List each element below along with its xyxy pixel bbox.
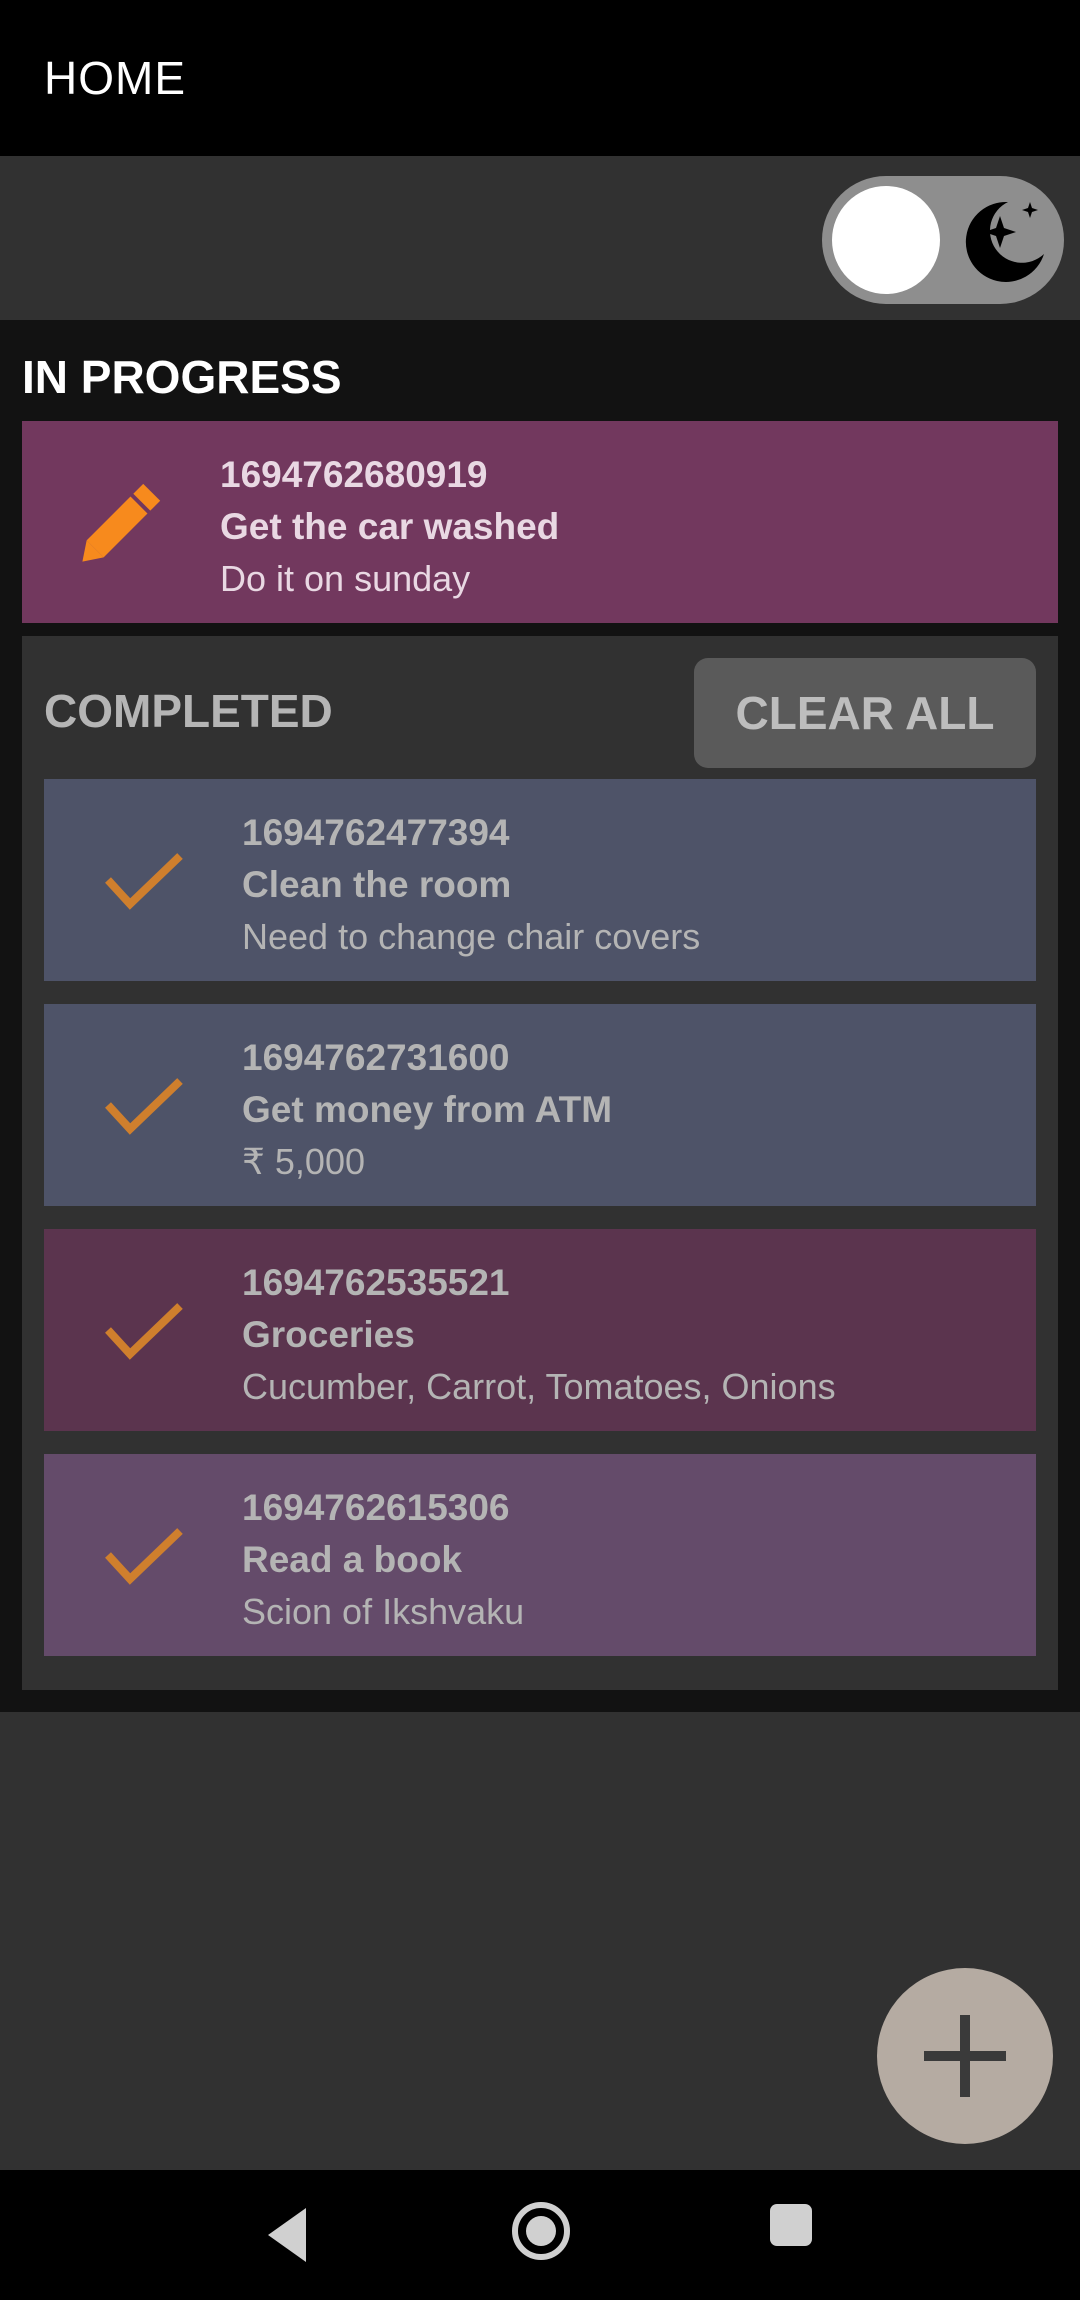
in-progress-heading: IN PROGRESS <box>22 351 342 403</box>
completed-task-card[interactable]: 1694762615306 Read a book Scion of Ikshv… <box>44 1454 1036 1656</box>
check-icon <box>44 779 244 981</box>
clear-all-button[interactable]: CLEAR ALL <box>694 658 1036 768</box>
recents-icon[interactable] <box>768 2202 814 2248</box>
task-title: Get money from ATM <box>242 1089 613 1130</box>
task-id: 1694762731600 <box>242 1037 510 1078</box>
completed-task-card[interactable]: 1694762731600 Get money from ATM ₹ 5,000 <box>44 1004 1036 1206</box>
in-progress-task-card[interactable]: 1694762680919 Get the car washed Do it o… <box>22 421 1058 623</box>
check-icon <box>44 1004 244 1206</box>
task-note: Cucumber, Carrot, Tomatoes, Onions <box>242 1366 836 1407</box>
add-task-button[interactable] <box>877 1968 1053 2144</box>
task-id: 1694762615306 <box>242 1487 510 1528</box>
check-icon <box>44 1454 244 1656</box>
app-bar: HOME <box>0 0 1080 156</box>
system-nav-bar <box>0 2170 1080 2300</box>
task-id: 1694762535521 <box>242 1262 510 1303</box>
task-title: Read a book <box>242 1539 462 1580</box>
back-icon[interactable] <box>262 2200 312 2270</box>
task-note: Need to change chair covers <box>242 916 701 957</box>
check-icon <box>44 1229 244 1431</box>
plus-icon <box>924 2015 1006 2097</box>
task-title: Clean the room <box>242 864 512 905</box>
completed-task-card[interactable]: 1694762535521 Groceries Cucumber, Carrot… <box>44 1229 1036 1431</box>
completed-heading: COMPLETED <box>44 685 333 737</box>
task-title: Get the car washed <box>220 506 560 547</box>
task-note: Do it on sunday <box>220 558 471 599</box>
toolbar <box>0 156 1080 320</box>
completed-panel: COMPLETED CLEAR ALL 1694762477394 Clean … <box>22 636 1058 1690</box>
theme-toggle[interactable] <box>822 176 1064 304</box>
page-title: HOME <box>44 52 186 104</box>
task-id: 1694762680919 <box>220 454 488 495</box>
moon-icon <box>965 201 1044 282</box>
task-title: Groceries <box>242 1314 415 1355</box>
completed-task-card[interactable]: 1694762477394 Clean the room Need to cha… <box>44 779 1036 981</box>
pencil-icon <box>22 421 222 623</box>
toggle-knob[interactable] <box>832 186 940 294</box>
task-id: 1694762477394 <box>242 812 510 853</box>
home-icon[interactable] <box>508 2198 574 2264</box>
task-note: ₹ 5,000 <box>242 1141 365 1182</box>
task-note: Scion of Ikshvaku <box>242 1591 525 1632</box>
